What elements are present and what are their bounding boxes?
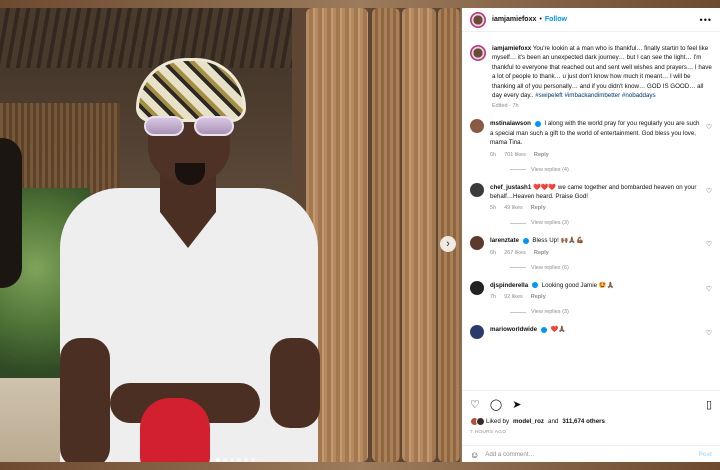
comment-likes[interactable]: 92 likes: [504, 294, 523, 300]
commenter-username[interactable]: marioworldwide: [490, 326, 537, 333]
comment-like-icon[interactable]: ♡: [706, 285, 712, 293]
comment-meta: 7h 92 likes Reply: [490, 294, 700, 300]
post-comment-button[interactable]: Post: [699, 451, 712, 458]
comment-list: mstinalawson I along with the world pray…: [470, 119, 712, 340]
caption-hashtags[interactable]: #swipeleft #imbackandimbetter #nobaddays: [535, 92, 655, 99]
right-arm: [270, 338, 320, 428]
commenter-avatar[interactable]: [470, 119, 484, 134]
caption-username[interactable]: iamjamiefoxx: [492, 45, 531, 52]
comment-item: larenztate Bless Up! 🙌🏾🙏🏾💪🏾 6h 267 likes…: [470, 236, 712, 256]
comment-text: Bless Up! 🙌🏾🙏🏾💪🏾: [532, 237, 584, 245]
add-comment-bar: ☺ Post: [462, 445, 720, 463]
comment-meta: 5h 49 likes Reply: [490, 205, 700, 211]
comment-item: mstinalawson I along with the world pray…: [470, 119, 712, 158]
action-bar: ♡ ◯ ➤ ▯: [470, 397, 712, 411]
comment-time: 6h: [490, 249, 497, 256]
emoji-icon[interactable]: ☺: [470, 450, 479, 460]
commenter-avatar[interactable]: [470, 280, 484, 295]
comment-time: 7h: [490, 294, 497, 301]
reply-button[interactable]: Reply: [531, 294, 546, 300]
comment-like-icon[interactable]: ♡: [706, 123, 712, 131]
comment-time: 5h: [490, 205, 497, 212]
post-caption: iamjamiefoxx You're lookin at a man who …: [470, 44, 712, 109]
liked-by-count[interactable]: 311,674 others: [562, 418, 605, 425]
reply-button[interactable]: Reply: [531, 205, 546, 211]
add-comment-input[interactable]: [485, 451, 693, 458]
share-icon[interactable]: ➤: [512, 398, 521, 411]
more-horizontal-icon[interactable]: •••: [700, 15, 712, 25]
follow-button[interactable]: Follow: [545, 16, 567, 23]
likes-summary: Liked by model_roz and 311,674 others: [470, 417, 712, 426]
comment-likes[interactable]: 701 likes: [504, 152, 526, 158]
post-footer: ♡ ◯ ➤ ▯ Liked by model_roz and 311,674 o…: [462, 390, 720, 462]
comment-like-icon[interactable]: ♡: [706, 187, 712, 195]
carousel-next-icon[interactable]: ›: [440, 236, 456, 252]
comment-likes[interactable]: 267 likes: [504, 250, 526, 256]
view-replies-button[interactable]: View replies (3): [510, 309, 712, 315]
caption-avatar[interactable]: [470, 45, 486, 61]
comment-like-icon[interactable]: ♡: [706, 240, 712, 248]
wooden-log: [438, 8, 460, 462]
reply-button[interactable]: Reply: [534, 152, 549, 158]
comment-item: chef_justash1 ❤️❤️❤️ we came together an…: [470, 182, 712, 211]
verified-badge-icon: [522, 237, 529, 244]
post-photo[interactable]: ›: [0, 8, 460, 462]
verified-badge-icon: [534, 120, 541, 127]
comment-time: 6h: [490, 151, 497, 158]
view-replies-button[interactable]: View replies (4): [510, 167, 712, 173]
verified-badge-icon: [540, 326, 547, 333]
liked-by-prefix: Liked by: [486, 418, 510, 425]
commenter-username[interactable]: larenztate: [490, 237, 519, 244]
comment-icon[interactable]: ◯: [490, 398, 502, 411]
red-cap: [140, 398, 210, 462]
comment-meta: 6h 701 likes Reply: [490, 152, 700, 158]
commenter-username[interactable]: djspinderella: [490, 282, 528, 289]
comment-text: ❤️🙏🏾: [550, 326, 566, 334]
author-avatar[interactable]: [470, 11, 486, 28]
commenter-username[interactable]: mstinalawson: [490, 120, 531, 127]
author-username[interactable]: iamjamiefoxx: [492, 16, 536, 23]
comment-item: djspinderella Looking good Jamie 🤩🙏🏾 7h …: [470, 280, 712, 300]
comment-text: Looking good Jamie 🤩🙏🏾: [541, 281, 615, 289]
view-replies-button[interactable]: View replies (6): [510, 265, 712, 271]
post-time-ago: 7 HOURS AGO: [470, 430, 507, 435]
verified-badge-icon: [531, 282, 538, 289]
reply-button[interactable]: Reply: [534, 250, 549, 256]
comment-meta: 6h 267 likes Reply: [490, 250, 700, 256]
commenter-avatar[interactable]: [470, 182, 484, 197]
separator-dot: •: [539, 16, 542, 23]
crochet-hat: [136, 58, 246, 122]
wooden-log: [402, 8, 436, 462]
comment-like-icon[interactable]: ♡: [706, 329, 712, 337]
comment-likes[interactable]: 49 likes: [504, 205, 523, 211]
wooden-log: [372, 8, 400, 462]
person-figure: [60, 38, 320, 462]
sunglasses: [144, 116, 238, 138]
commenter-username[interactable]: chef_justash1: [490, 184, 531, 191]
shadow-figure: [0, 138, 22, 288]
post-side-panel: iamjamiefoxx • Follow ••• iamjamiefoxx Y…: [462, 8, 720, 462]
commenter-avatar[interactable]: [470, 236, 484, 251]
view-replies-button[interactable]: View replies (3): [510, 220, 712, 226]
liked-by-and: and: [548, 418, 559, 425]
comments-scroll[interactable]: iamjamiefoxx You're lookin at a man who …: [462, 38, 720, 392]
commenter-avatar[interactable]: [470, 325, 484, 340]
heart-icon[interactable]: ♡: [470, 398, 480, 411]
comment-item: marioworldwide ❤️🙏🏾 ♡: [470, 325, 712, 340]
post-header: iamjamiefoxx • Follow •••: [462, 8, 720, 32]
left-arm: [60, 338, 110, 462]
carousel-dots: [216, 458, 255, 462]
caption-text: You're lookin at a man who is thankful… …: [492, 45, 712, 100]
edited-label: Edited · 7h: [492, 103, 519, 110]
liked-by-user[interactable]: model_roz: [513, 418, 544, 425]
bookmark-icon[interactable]: ▯: [706, 398, 712, 411]
liker-avatars: [470, 417, 485, 426]
